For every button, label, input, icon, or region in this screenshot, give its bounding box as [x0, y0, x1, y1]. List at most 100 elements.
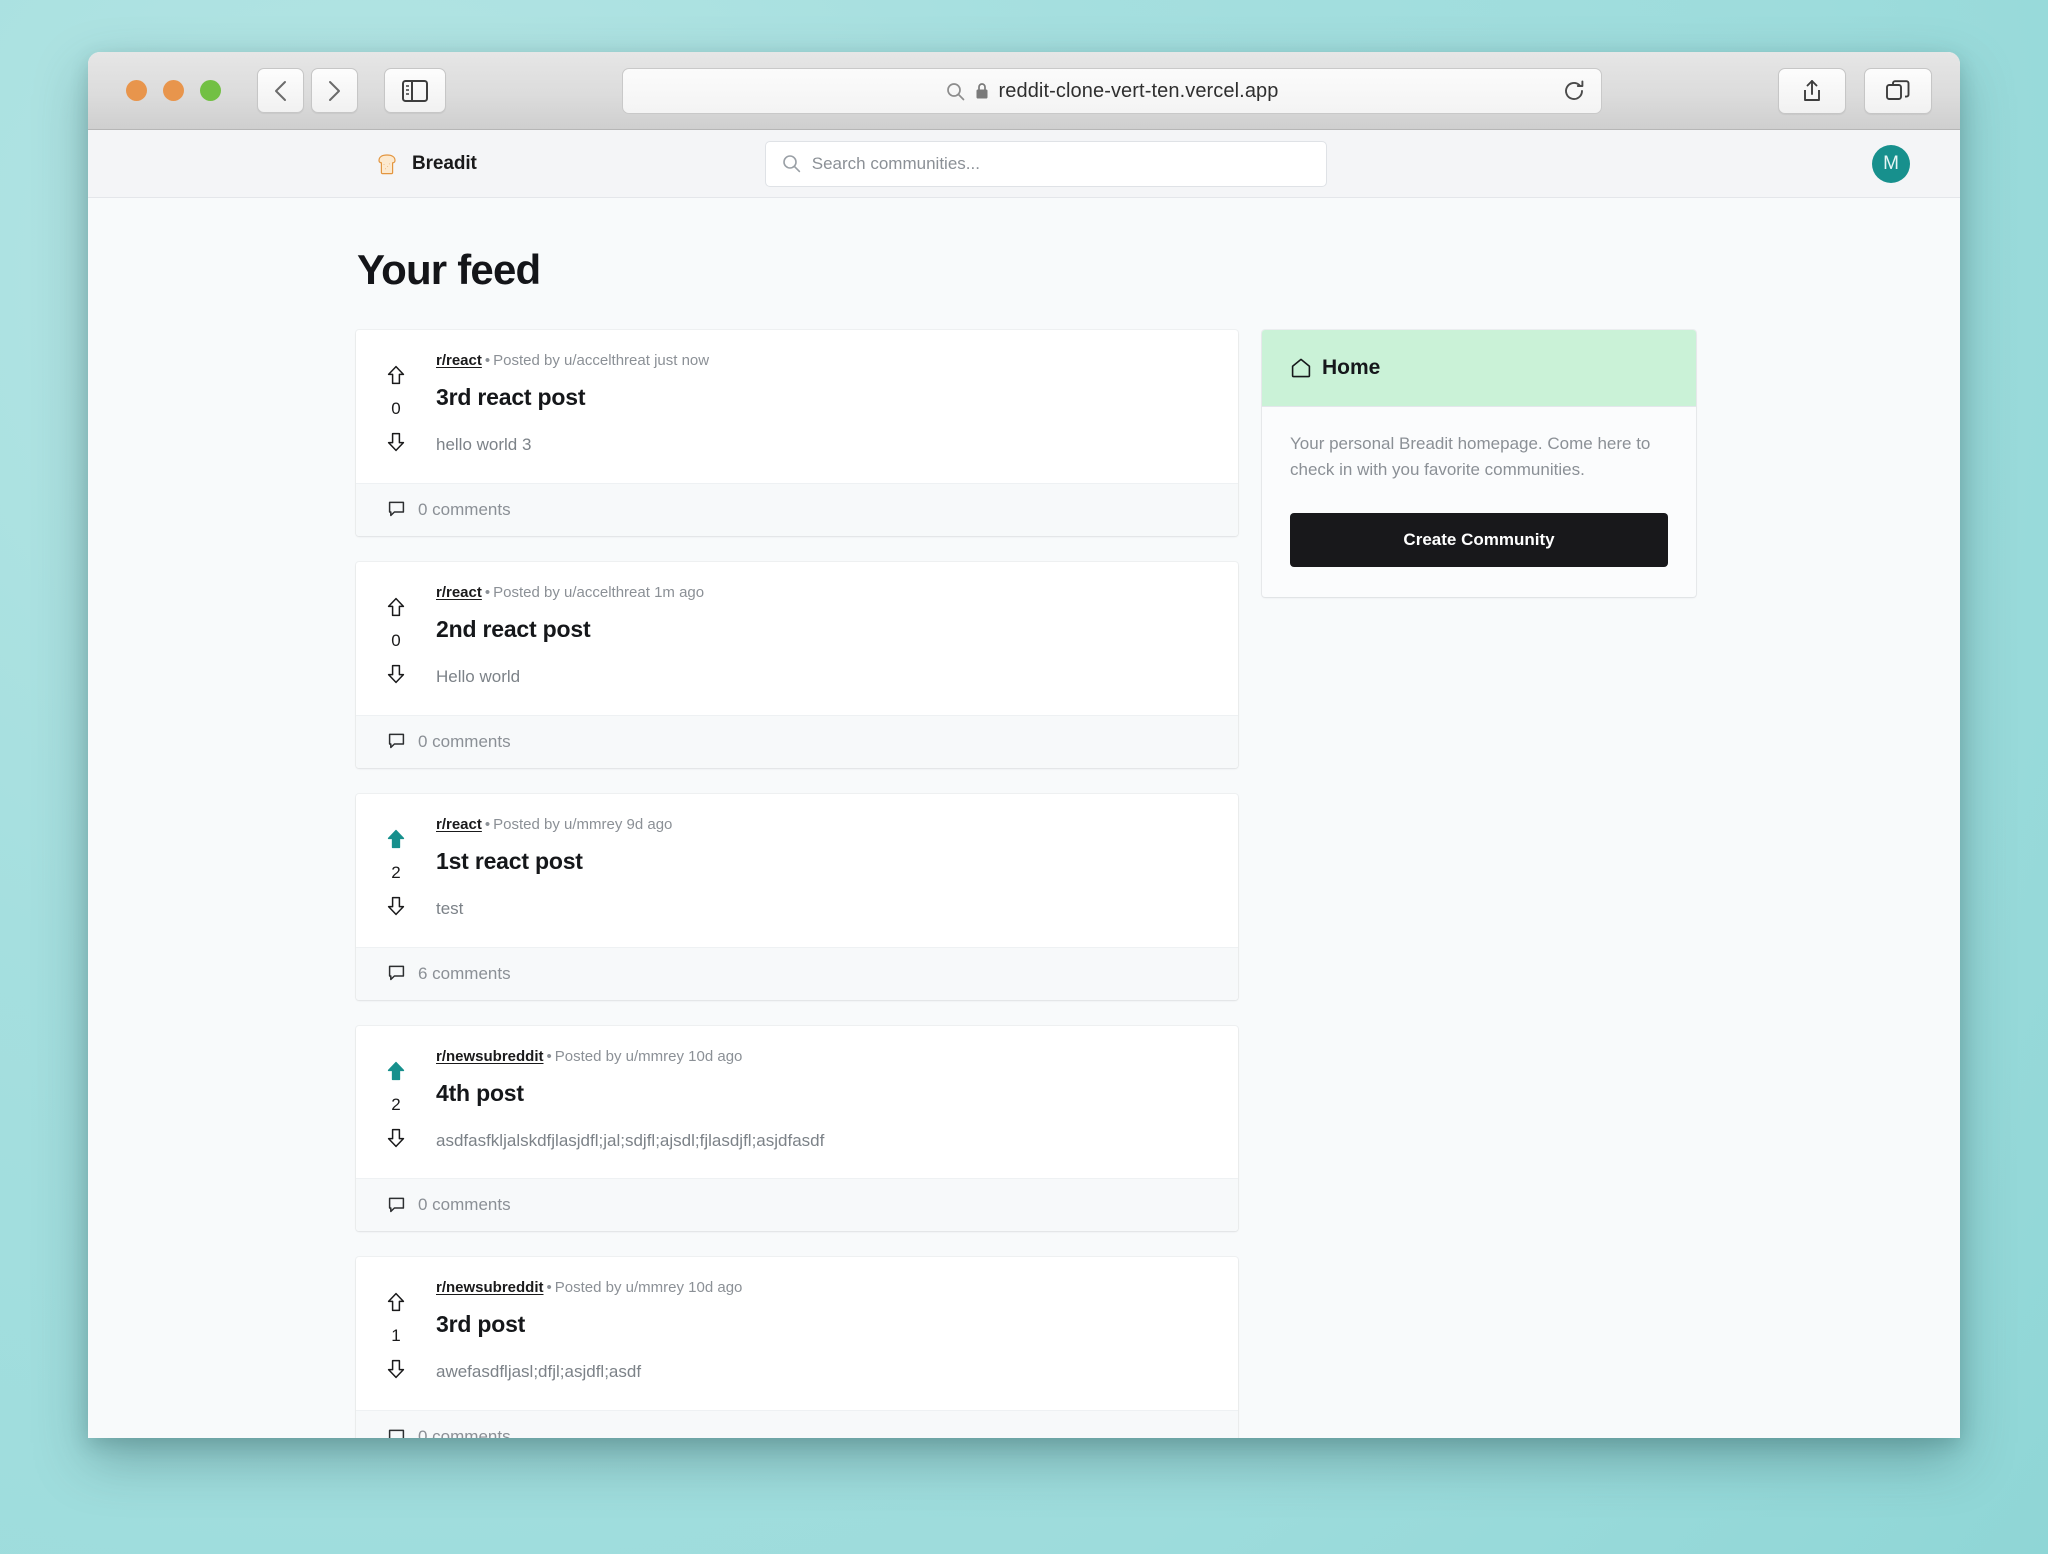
subreddit-link[interactable]: r/newsubreddit [436, 1279, 544, 1296]
downvote-button[interactable] [385, 1358, 407, 1380]
upvote-button[interactable] [385, 1060, 407, 1082]
search-icon [946, 82, 964, 100]
zoom-window-button[interactable] [200, 80, 221, 101]
browser-window: reddit-clone-vert-ten.vercel.app Breadit… [88, 52, 1960, 1438]
downvote-button[interactable] [385, 895, 407, 917]
create-community-button[interactable]: Create Community [1290, 512, 1668, 567]
meta-separator: • [546, 1047, 552, 1065]
upvote-button[interactable] [385, 364, 407, 386]
arrow-up-icon [387, 829, 405, 848]
sidebar-description: Your personal Breadit homepage. Come her… [1290, 434, 1651, 479]
arrow-up-icon [387, 365, 405, 385]
downvote-button[interactable] [385, 1127, 407, 1149]
post-meta: r/react • Posted by u/accelthreat 1m ago [436, 584, 1212, 602]
vote-controls: 0 [356, 352, 436, 457]
post-meta: r/newsubreddit • Posted by u/mmrey 10d ago [436, 1048, 1212, 1066]
post-title[interactable]: 4th post [436, 1079, 1212, 1107]
comments-link[interactable]: 0 comments [418, 500, 511, 520]
reload-icon [1565, 80, 1584, 100]
comment-icon [388, 1429, 405, 1438]
downvote-button[interactable] [385, 431, 407, 453]
web-page: Breadit Search communities... M Your fee… [88, 130, 1960, 1438]
comments-link[interactable]: 6 comments [418, 964, 511, 984]
post-text: test [436, 898, 464, 918]
arrow-down-icon [387, 896, 405, 915]
upvote-button[interactable] [385, 1291, 407, 1313]
post-text: awefasdfljasl;dfjl;asjdfl;asdf [436, 1362, 642, 1382]
toolbar-right-buttons [1778, 67, 1932, 114]
vote-count: 2 [391, 862, 401, 882]
page-content: Your feed 0 r/react • Posted by u/accelt… [88, 198, 1960, 1438]
address-bar[interactable]: reddit-clone-vert-ten.vercel.app [622, 68, 1602, 114]
post-feed: 0 r/react • Posted by u/accelthreat just… [356, 330, 1238, 1438]
post-title[interactable]: 3rd react post [436, 383, 1212, 411]
post-title[interactable]: 3rd post [436, 1310, 1212, 1338]
chevron-right-icon [329, 80, 340, 101]
comment-icon [388, 965, 405, 981]
subreddit-link[interactable]: r/react [436, 584, 482, 601]
window-controls [126, 80, 221, 101]
comment-icon [388, 501, 405, 517]
comments-link[interactable]: 0 comments [418, 1427, 511, 1438]
post-footer: 0 comments [356, 1178, 1238, 1232]
arrow-up-icon [387, 1293, 405, 1312]
search-icon [782, 155, 800, 173]
sidebar-header: Home [1262, 330, 1696, 407]
arrow-up-icon [387, 1061, 405, 1080]
chevron-left-icon [275, 80, 286, 101]
arrow-down-icon [387, 1128, 405, 1147]
downvote-button[interactable] [385, 663, 407, 685]
post-meta: r/react • Posted by u/mmrey 9d ago [436, 816, 1212, 834]
arrow-down-icon [387, 432, 405, 452]
bread-icon [378, 153, 396, 174]
close-window-button[interactable] [126, 80, 147, 101]
arrow-up-icon [387, 597, 405, 616]
vote-count: 1 [391, 1326, 401, 1346]
post-card[interactable]: 2 r/newsubreddit • Posted by u/mmrey 10d… [356, 1025, 1238, 1232]
search-placeholder: Search communities... [811, 153, 980, 173]
tabs-icon [1886, 79, 1910, 100]
subreddit-link[interactable]: r/react [436, 352, 482, 369]
meta-separator: • [546, 1279, 552, 1297]
post-meta: r/react • Posted by u/accelthreat just now [436, 352, 1212, 370]
upvote-button[interactable] [385, 596, 407, 618]
url-text: reddit-clone-vert-ten.vercel.app [998, 79, 1279, 102]
vote-count: 2 [391, 1094, 401, 1114]
post-author-time: Posted by u/accelthreat 1m ago [493, 583, 705, 601]
comments-link[interactable]: 0 comments [418, 732, 511, 752]
post-text: asdfasfkljalskdfjlasjdfl;jal;sdjfl;ajsdl… [436, 1130, 825, 1150]
brand-logo-link[interactable]: Breadit [374, 151, 477, 177]
avatar[interactable]: M [1872, 144, 1910, 183]
post-title[interactable]: 1st react post [436, 847, 1212, 875]
sidebar-toggle-button[interactable] [384, 68, 446, 113]
back-button[interactable] [257, 68, 304, 113]
post-meta: r/newsubreddit • Posted by u/mmrey 10d ago [436, 1279, 1212, 1297]
reload-button[interactable] [1561, 78, 1587, 104]
minimize-window-button[interactable] [163, 80, 184, 101]
post-footer: 0 comments [356, 1410, 1238, 1438]
vote-controls: 1 [356, 1279, 436, 1384]
post-card[interactable]: 2 r/react • Posted by u/mmrey 9d ago 1st… [356, 793, 1238, 1000]
tab-overview-button[interactable] [1864, 67, 1932, 114]
comment-icon [388, 733, 405, 749]
home-sidebar: Home Your personal Breadit homepage. Com… [1262, 330, 1696, 597]
meta-separator: • [484, 583, 491, 601]
subreddit-link[interactable]: r/react [436, 816, 482, 833]
search-input[interactable]: Search communities... [764, 140, 1327, 187]
post-card[interactable]: 1 r/newsubreddit • Posted by u/mmrey 10d… [356, 1257, 1238, 1438]
post-title[interactable]: 2nd react post [436, 615, 1212, 643]
comment-icon [388, 1197, 405, 1213]
post-card[interactable]: 0 r/react • Posted by u/ac [356, 561, 1238, 768]
upvote-button[interactable] [385, 828, 407, 850]
share-button[interactable] [1778, 67, 1846, 114]
post-text: Hello world [436, 666, 521, 686]
post-text: hello world 3 [436, 435, 532, 455]
sidebar-icon [402, 79, 428, 102]
forward-button[interactable] [311, 68, 358, 113]
subreddit-link[interactable]: r/newsubreddit [436, 1048, 544, 1065]
comments-link[interactable]: 0 comments [418, 1195, 511, 1215]
post-footer: 6 comments [356, 946, 1238, 1000]
site-header: Breadit Search communities... M [88, 130, 1960, 198]
vote-controls: 0 [356, 584, 436, 689]
post-card[interactable]: 0 r/react • Posted by u/ac [356, 330, 1238, 536]
